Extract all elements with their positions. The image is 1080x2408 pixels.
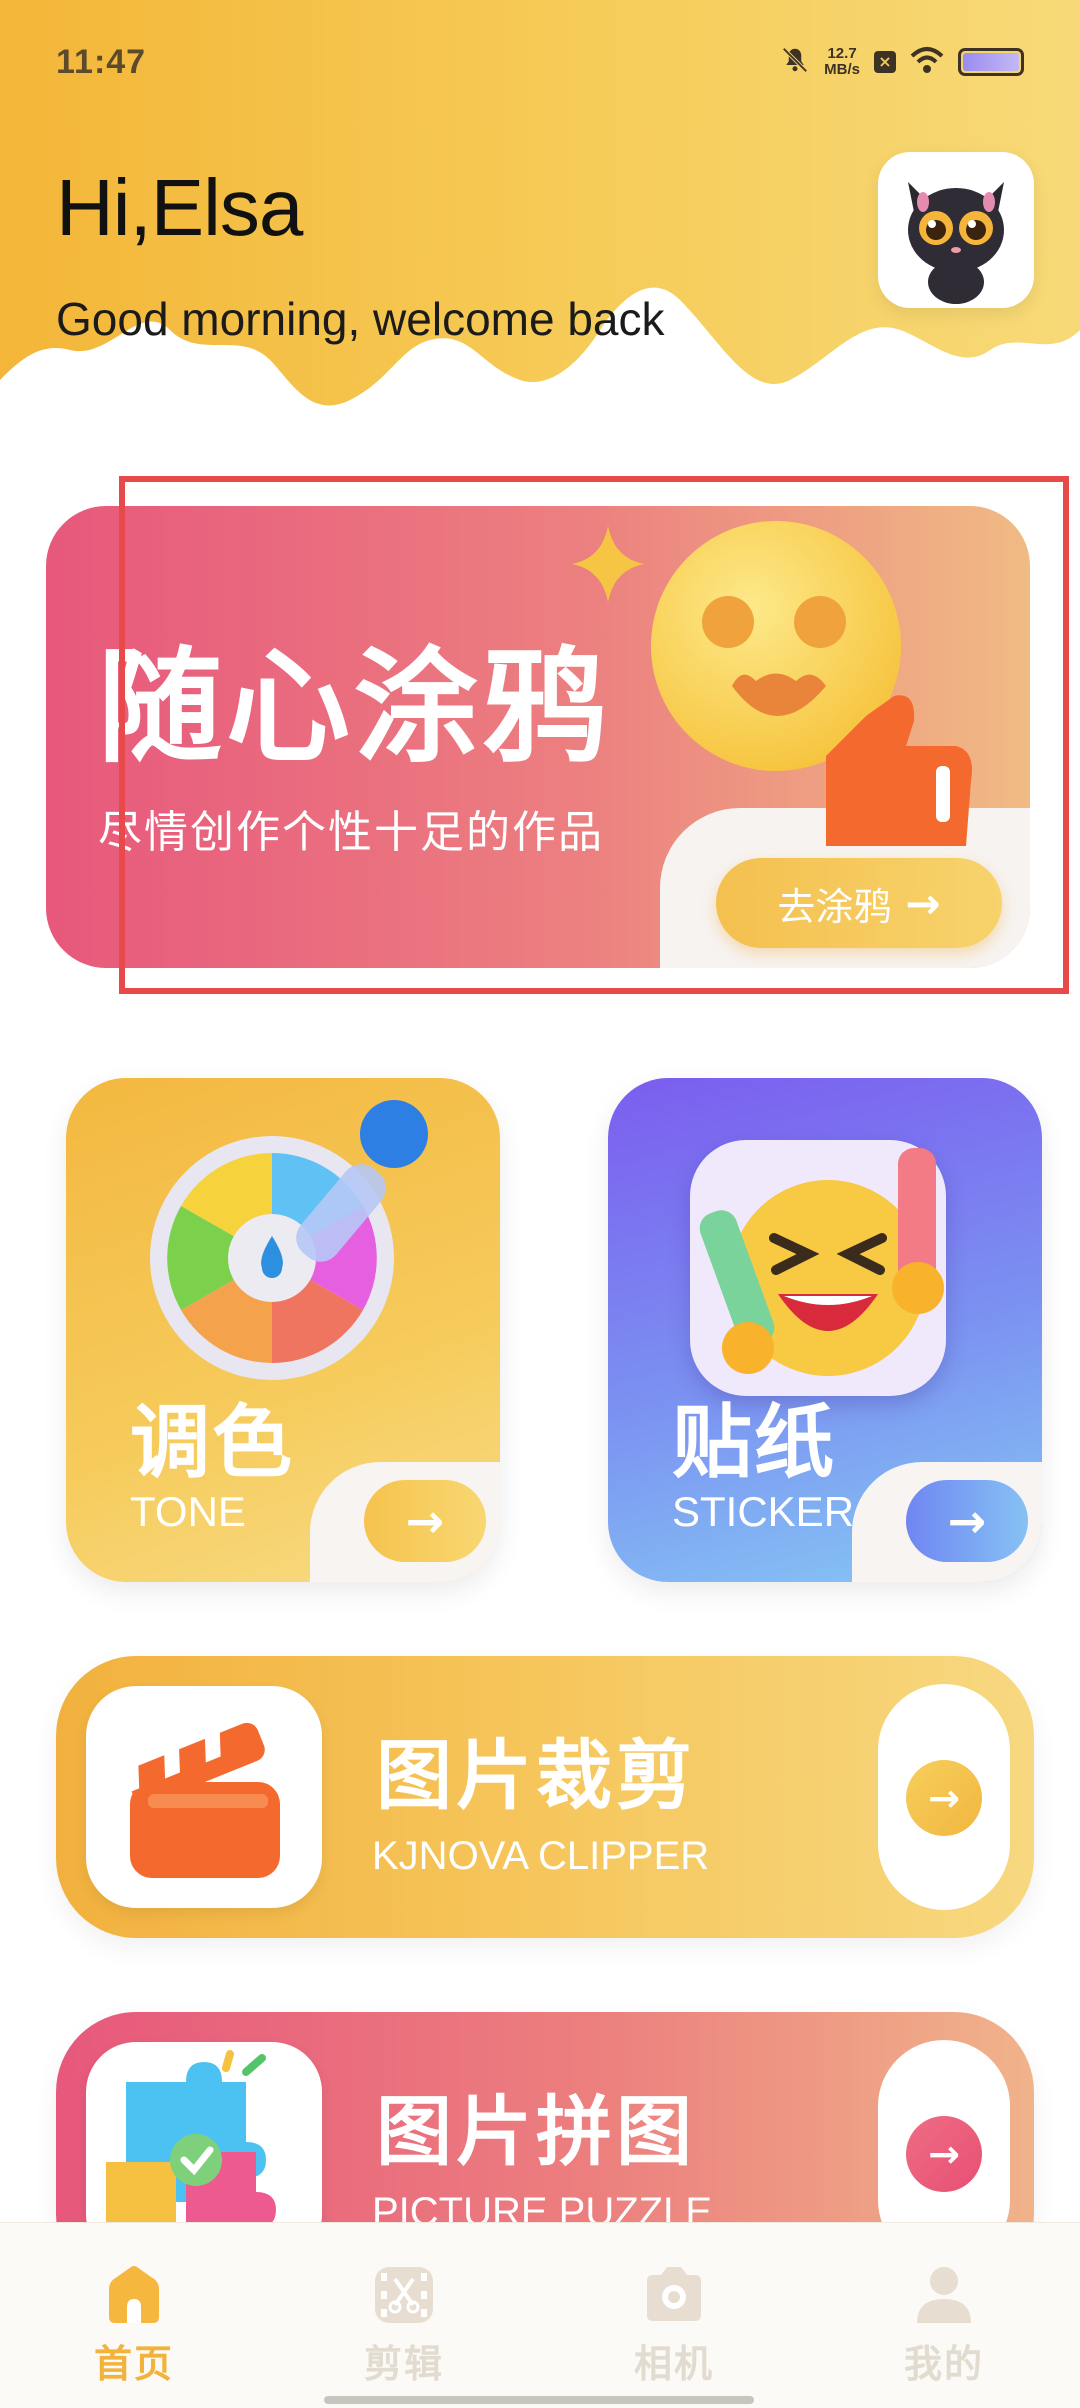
tone-subtitle: TONE [130,1488,246,1535]
tab-edit[interactable]: 剪辑 [304,2263,504,2388]
tone-title: 调色 [130,1396,294,1489]
sim-x-icon: × [874,51,896,73]
tab-camera[interactable]: 相机 [574,2263,774,2388]
tab-home[interactable]: 首页 [34,2263,234,2388]
network-speed-unit: MB/s [824,61,860,78]
scissors-film-icon [371,2263,437,2325]
clapperboard-thumb [86,1686,322,1908]
sticker-arrow-button[interactable]: → [906,1480,1028,1562]
mute-bell-icon [780,45,810,79]
tab-home-label: 首页 [93,2342,174,2386]
arrow-right-icon: → [906,1760,982,1836]
home-indicator [324,2396,754,2404]
arrow-right-icon: → [906,2116,982,2192]
bottom-tab-bar: 首页 剪辑 相机 我的 [0,2222,1080,2408]
laughing-emoji-icon [699,1148,944,1376]
tab-mine[interactable]: 我的 [844,2263,1044,2388]
tab-mine-label: 我的 [903,2342,984,2386]
sticker-card[interactable]: 贴纸 STICKER → [608,1078,1042,1582]
status-time: 11:47 [56,42,147,81]
clipper-arrow-button[interactable]: → [878,1684,1010,1910]
avatar[interactable] [878,152,1034,308]
cat-avatar-icon [908,182,1004,304]
network-speed-value: 12.7 [827,45,857,62]
arrow-right-icon: → [947,1494,987,1548]
wifi-icon [910,46,944,78]
sticker-title: 贴纸 [672,1396,836,1489]
greeting-title: Hi,Elsa [56,163,303,252]
sticker-subtitle: STICKER [672,1488,855,1535]
clipper-card[interactable]: 图片裁剪 KJNOVA CLIPPER → [56,1656,1034,1938]
camera-icon [641,2263,707,2325]
color-wheel-icon [150,1100,428,1380]
person-icon [911,2263,977,2325]
status-icons: 12.7 MB/s × [780,45,1024,79]
battery-icon [958,48,1024,76]
tab-camera-label: 相机 [633,2342,714,2386]
clipper-subtitle: KJNOVA CLIPPER [372,1834,710,1878]
tone-card[interactable]: 调色 TONE → [66,1078,500,1582]
clapperboard-icon [122,1714,280,1878]
status-bar: 11:47 12.7 MB/s × [56,34,1024,90]
clipper-title: 图片裁剪 [376,1731,696,1820]
selection-highlight-box [119,476,1069,994]
network-speed: 12.7 MB/s [824,46,860,78]
home-icon [101,2263,167,2325]
tab-edit-label: 剪辑 [363,2342,444,2386]
arrow-right-icon: → [405,1494,445,1548]
puzzle-title: 图片拼图 [376,2087,696,2176]
greeting-subtitle: Good morning, welcome back [56,293,665,345]
tone-arrow-button[interactable]: → [364,1480,486,1562]
